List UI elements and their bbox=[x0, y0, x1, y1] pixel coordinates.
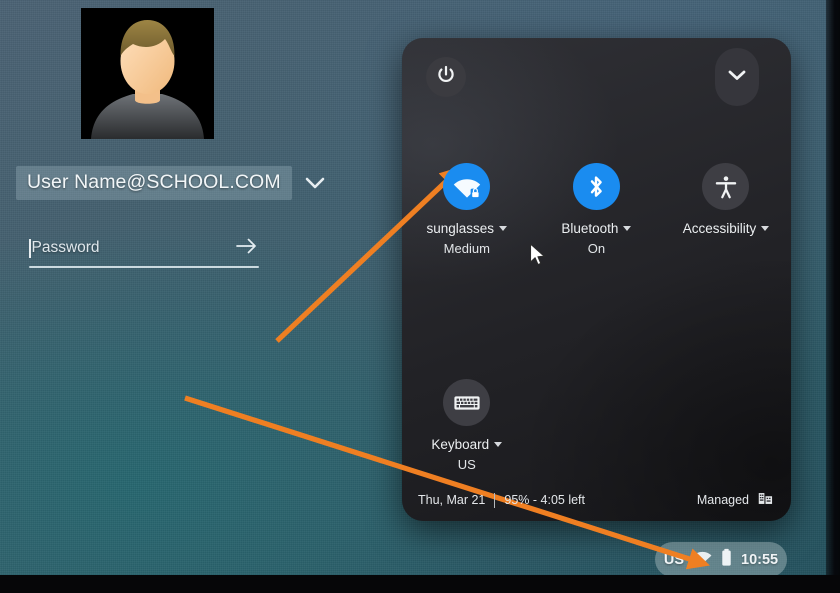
bluetooth-tile-label: Bluetooth bbox=[561, 221, 619, 236]
footer-battery-status[interactable]: 95% - 4:05 left bbox=[504, 493, 585, 507]
power-button[interactable] bbox=[426, 57, 466, 97]
collapse-panel-button[interactable] bbox=[715, 48, 759, 106]
keyboard-tile-sub: US bbox=[457, 457, 476, 472]
managed-label[interactable]: Managed bbox=[697, 493, 749, 507]
chevron-down-icon[interactable] bbox=[623, 226, 632, 231]
panel-footer: Thu, Mar 21 95% - 4:05 left Managed bbox=[402, 479, 791, 521]
account-selector[interactable]: User Name@SCHOOL.COM bbox=[16, 166, 326, 200]
tray-time[interactable]: 10:55 bbox=[741, 552, 778, 568]
chevron-down-icon[interactable] bbox=[304, 176, 326, 190]
arrow-right-icon[interactable] bbox=[235, 237, 259, 260]
network-tile-sub: Medium bbox=[443, 241, 490, 256]
avatar-image bbox=[81, 8, 214, 139]
enterprise-building-icon[interactable] bbox=[758, 491, 773, 509]
bluetooth-icon[interactable] bbox=[572, 163, 620, 210]
chevron-down-icon[interactable] bbox=[499, 226, 508, 231]
chevron-down-icon[interactable] bbox=[761, 226, 770, 231]
network-tile-label: sunglasses bbox=[426, 221, 495, 236]
wifi-icon[interactable] bbox=[693, 549, 712, 570]
footer-date[interactable]: Thu, Mar 21 bbox=[418, 493, 485, 507]
panel-top-bar bbox=[402, 38, 791, 116]
footer-separator bbox=[494, 492, 496, 508]
tile-empty-slot-2 bbox=[661, 379, 791, 472]
accessibility-tile-label: Accessibility bbox=[682, 221, 757, 236]
accessibility-tile-label-row[interactable]: Accessibility bbox=[683, 221, 770, 236]
text-caret bbox=[29, 238, 31, 258]
feature-tile-row-1: sunglasses Medium Bluetooth On Accessibi… bbox=[402, 163, 791, 256]
account-name-chip[interactable]: User Name@SCHOOL.COM bbox=[16, 166, 292, 200]
chevron-down-icon bbox=[726, 68, 748, 87]
feature-tile-row-2: Keyboard US bbox=[402, 379, 791, 472]
wifi-locked-icon[interactable] bbox=[443, 163, 491, 210]
keyboard-tile-label: Keyboard bbox=[431, 437, 490, 452]
bluetooth-tile-label-row[interactable]: Bluetooth bbox=[561, 221, 632, 236]
screen-right-bezel bbox=[826, 0, 840, 578]
power-icon bbox=[435, 64, 457, 91]
tray-keyboard-layout[interactable]: US bbox=[664, 552, 684, 568]
network-tile[interactable]: sunglasses Medium bbox=[402, 163, 532, 256]
avatar[interactable] bbox=[81, 8, 214, 139]
chevron-down-icon[interactable] bbox=[494, 442, 503, 447]
keyboard-tile[interactable]: Keyboard US bbox=[402, 379, 532, 472]
battery-full-icon[interactable] bbox=[721, 548, 732, 572]
quick-settings-panel: sunglasses Medium Bluetooth On Accessibi… bbox=[402, 38, 791, 521]
password-underline bbox=[29, 266, 259, 268]
account-name-label: User Name@SCHOOL.COM bbox=[27, 171, 281, 193]
tile-empty-slot-1 bbox=[532, 379, 662, 472]
accessibility-tile[interactable]: Accessibility bbox=[661, 163, 791, 256]
accessibility-icon[interactable] bbox=[702, 163, 750, 210]
password-input[interactable]: Password bbox=[32, 239, 100, 257]
password-field-group[interactable]: Password bbox=[29, 234, 259, 268]
network-tile-label-row[interactable]: sunglasses bbox=[427, 221, 508, 236]
keyboard-icon[interactable] bbox=[443, 379, 491, 426]
chromeos-login-screen: User Name@SCHOOL.COM Password sunglasses… bbox=[0, 0, 840, 593]
bluetooth-tile[interactable]: Bluetooth On bbox=[532, 163, 662, 256]
laptop-bottom-bezel bbox=[0, 575, 840, 593]
bluetooth-tile-sub: On bbox=[587, 241, 606, 256]
system-tray[interactable]: US 10:55 bbox=[655, 542, 787, 577]
keyboard-tile-label-row[interactable]: Keyboard bbox=[431, 437, 503, 452]
